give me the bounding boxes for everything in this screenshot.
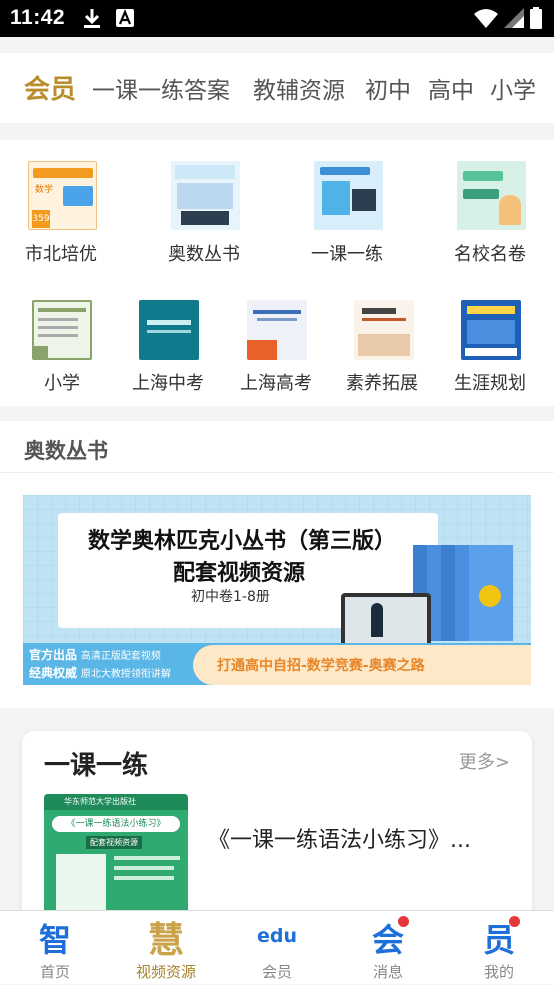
nav-member[interactable]: edu 会员	[222, 911, 332, 985]
category-label: 素养拓展	[346, 373, 418, 394]
banner-slogan: 打通高中自招-数学竞赛-奥赛之路	[217, 658, 425, 674]
nav-label: 消息	[372, 963, 403, 981]
category-thumbnail	[247, 300, 307, 360]
tab-primary[interactable]: 小学	[490, 71, 536, 105]
banner-tag2-label: 经典权威	[29, 666, 78, 680]
tab-junior-high[interactable]: 初中	[365, 71, 411, 105]
download-icon	[84, 9, 100, 28]
category-label: 奥数丛书	[168, 244, 240, 265]
section-header: 奥数丛书	[0, 421, 554, 473]
category-thumbnail	[32, 300, 92, 360]
banner-title-line2: 配套视频资源	[173, 561, 306, 586]
banner-title-line1: 数学奥林匹克小丛书（第三版）	[88, 529, 397, 554]
bottom-navigation: 智 首页 慧 视频资源 edu 会员 会 消息 员 我的	[0, 910, 554, 984]
cover-subtitle: 配套视频资源	[86, 836, 142, 849]
tab-senior-high[interactable]: 高中	[428, 71, 474, 105]
category-thumbnail	[354, 300, 414, 360]
nav-home[interactable]: 智 首页	[0, 911, 110, 985]
notification-badge	[398, 916, 409, 927]
nav-label: 首页	[39, 963, 70, 981]
item-title[interactable]: 《一课一练语法小练习》...	[208, 822, 471, 854]
battery-icon	[530, 7, 542, 29]
banner-tag2: 经典权威 原北大教授领衔讲解	[29, 664, 171, 681]
yuan-icon: 员	[482, 921, 515, 959]
category-thumbnail	[171, 161, 240, 230]
more-link[interactable]: 更多>	[459, 748, 510, 774]
card-title: 一课一练	[44, 751, 149, 781]
nav-video-resources[interactable]: 慧 视频资源	[111, 911, 221, 985]
tab-member[interactable]: 会员	[24, 69, 76, 106]
banner-tag1-label: 官方出品	[29, 648, 78, 662]
section-title: 奥数丛书	[24, 439, 108, 463]
banner-area: 数学奥林匹克小丛书（第三版） 配套视频资源 初中卷1-8册 官方出品 高清正版配…	[0, 473, 554, 708]
notification-badge	[509, 916, 520, 927]
top-spacer	[0, 37, 554, 53]
status-bar: 11:42	[0, 0, 554, 37]
signal-icon	[504, 8, 524, 28]
nav-profile[interactable]: 员 我的	[444, 911, 554, 985]
status-time: 11:42	[10, 6, 66, 29]
category-thumbnail	[314, 161, 383, 230]
category-label: 市北培优	[25, 244, 97, 265]
category-grid: 数学 359 市北培优 奥数丛书 一课一练 名校名卷 小学 上海中考 上海高考 …	[0, 140, 554, 406]
thumb-text: 数学	[35, 185, 54, 195]
nav-label: 视频资源	[135, 963, 196, 981]
nav-messages[interactable]: 会 消息	[333, 911, 443, 985]
banner-subtitle: 初中卷1-8册	[191, 589, 270, 605]
promo-banner[interactable]: 数学奥林匹克小丛书（第三版） 配套视频资源 初中卷1-8册 官方出品 高清正版配…	[23, 495, 531, 685]
nav-label: 会员	[261, 963, 292, 981]
banner-tag1-desc: 高清正版配套视频	[80, 651, 161, 662]
banner-tag1: 官方出品 高清正版配套视频	[29, 646, 161, 663]
thumb-price: 359	[32, 210, 50, 228]
cover-title: 《一课一练语法小练习》	[52, 816, 180, 832]
category-label: 名校名卷	[454, 244, 526, 265]
nav-label: 我的	[483, 963, 514, 981]
tab-yike-yilian-answers[interactable]: 一课一练答案	[92, 71, 230, 105]
tab-teaching-resources[interactable]: 教辅资源	[253, 71, 345, 105]
category-label: 生涯规划	[454, 373, 526, 394]
category-thumbnail: 数学 359	[28, 161, 97, 230]
category-label: 上海高考	[240, 373, 312, 394]
banner-tag2-desc: 原北大教授领衔讲解	[80, 669, 171, 680]
yike-yilian-card: 一课一练 更多> 华东师范大学出版社 《一课一练语法小练习》 配套视频资源 《一…	[22, 731, 532, 931]
category-label: 小学	[44, 373, 80, 394]
wifi-icon	[474, 9, 498, 28]
category-tabs: 会员 一课一练答案 教辅资源 初中 高中 小学	[0, 53, 554, 123]
category-label: 上海中考	[132, 373, 204, 394]
category-label: 一课一练	[311, 244, 383, 265]
category-thumbnail	[461, 300, 521, 360]
zhi-icon: 智	[38, 921, 71, 959]
a-notification-icon	[116, 9, 134, 27]
hui-meet-icon: 会	[371, 921, 404, 959]
book-cover[interactable]: 华东师范大学出版社 《一课一练语法小练习》 配套视频资源	[44, 794, 188, 914]
edu-icon: edu	[256, 925, 297, 947]
cover-header: 华东师范大学出版社	[44, 794, 188, 810]
hui-icon: 慧	[147, 920, 184, 961]
category-thumbnail	[457, 161, 526, 230]
category-thumbnail	[139, 300, 199, 360]
